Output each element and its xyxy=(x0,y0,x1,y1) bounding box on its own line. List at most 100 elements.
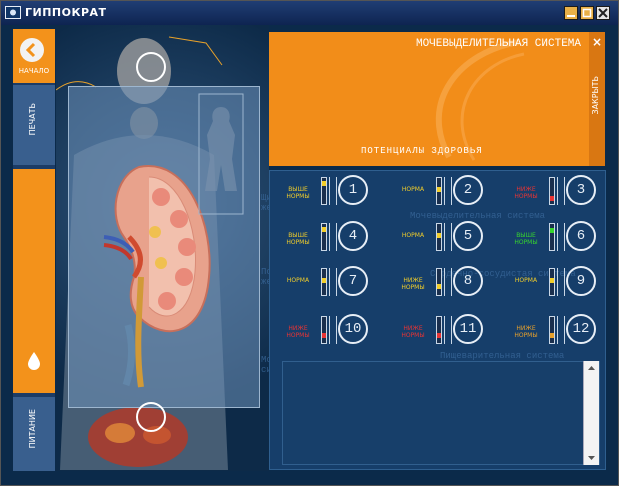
left-sidebar: НАЧАЛО ПЕЧАТЬ ПИТАНИЕ xyxy=(13,29,55,471)
indicator-number: 10 xyxy=(338,314,368,344)
indicator-status-label: НОРМА xyxy=(514,277,538,284)
scene-label-pancreas: Поджелудочная железа xyxy=(261,267,269,287)
system-info-panel: МОЧЕВЫДЕЛИТЕЛЬНАЯ СИСТЕМА ПОТЕНЦИАЛЫ ЗДО… xyxy=(269,32,605,166)
indicator-level-marker xyxy=(550,333,554,338)
drop-icon xyxy=(28,352,40,370)
indicator-bracket xyxy=(329,223,337,251)
window-title: ГИППОКРАТ xyxy=(25,6,107,19)
indicator-8[interactable]: НИЖЕ НОРМЫ 8 xyxy=(393,265,488,299)
indicator-number: 1 xyxy=(338,175,368,205)
indicator-status-label: НИЖЕ НОРМЫ xyxy=(514,325,538,339)
indicator-level-marker xyxy=(437,284,441,289)
indicator-level-bar xyxy=(436,316,442,344)
indicator-number: 3 xyxy=(566,175,596,205)
print-button-label: ПЕЧАТЬ xyxy=(28,103,37,136)
kidney-illustration xyxy=(103,93,244,388)
indicator-level-marker xyxy=(550,278,554,283)
indicator-level-marker xyxy=(322,227,326,232)
indicator-4[interactable]: ВЫШЕ НОРМЫ 4 xyxy=(278,220,373,254)
indicator-level-bar xyxy=(549,177,555,205)
indicator-number: 12 xyxy=(566,314,596,344)
indicator-bracket xyxy=(329,316,337,344)
bottom-focus-ring-icon[interactable] xyxy=(131,397,171,437)
indicator-number: 4 xyxy=(338,221,368,251)
indicator-bracket xyxy=(444,268,452,296)
top-focus-ring-icon[interactable] xyxy=(131,47,171,87)
panel-close-icon[interactable]: × xyxy=(592,35,602,49)
close-button[interactable] xyxy=(596,6,610,20)
indicator-bracket xyxy=(444,177,452,205)
indicator-3[interactable]: НИЖЕ НОРМЫ 3 xyxy=(506,174,601,208)
indicator-1[interactable]: ВЫШЕ НОРМЫ 1 xyxy=(278,174,373,208)
scene-label-urinary: Мочевыделительная система xyxy=(261,355,269,375)
textbox-scrollbar[interactable] xyxy=(583,361,599,465)
maximize-button[interactable] xyxy=(580,6,594,20)
indicator-level-bar xyxy=(321,316,327,344)
indicator-status-label: НИЖЕ НОРМЫ xyxy=(286,325,310,339)
indicator-status-label: ВЫШЕ НОРМЫ xyxy=(514,232,538,246)
indicator-level-bar xyxy=(549,268,555,296)
indicator-level-bar xyxy=(321,268,327,296)
indicator-status-label: НИЖЕ НОРМЫ xyxy=(401,277,425,291)
indicator-2[interactable]: НОРМА 2 xyxy=(393,174,488,208)
close-icon xyxy=(598,8,608,18)
indicator-number: 11 xyxy=(453,314,483,344)
back-arrow-icon xyxy=(20,38,44,62)
scroll-up-icon[interactable] xyxy=(588,366,595,370)
indicator-bracket xyxy=(444,223,452,251)
indicator-bracket xyxy=(329,268,337,296)
indicator-status-label: НОРМА xyxy=(401,186,425,193)
indicator-status-label: ВЫШЕ НОРМЫ xyxy=(286,186,310,200)
application-window: ГИППОКРАТ НАЧАЛО ПЕЧАТЬ ПИТАНИЕ Щ ж П ж … xyxy=(0,0,619,486)
minimize-icon xyxy=(567,15,575,17)
indicator-status-label: НИЖЕ НОРМЫ xyxy=(514,186,538,200)
indicator-bracket xyxy=(444,316,452,344)
indicator-level-marker xyxy=(322,181,326,186)
indicator-11[interactable]: НИЖЕ НОРМЫ 11 xyxy=(393,313,488,347)
indicator-status-label: НОРМА xyxy=(401,232,425,239)
indicator-bracket xyxy=(557,177,565,205)
indicator-bracket xyxy=(329,177,337,205)
indicator-level-marker xyxy=(437,187,441,192)
panel-bg-label-3: Пищеварительная система xyxy=(440,351,565,361)
nutrition-button-label: ПИТАНИЕ xyxy=(28,409,37,449)
indicator-number: 5 xyxy=(453,221,483,251)
indicator-number: 2 xyxy=(453,175,483,205)
indicator-number: 9 xyxy=(566,266,596,296)
app-icon xyxy=(5,6,21,19)
indicator-status-label: НОРМА xyxy=(286,277,310,284)
kidney-card xyxy=(68,52,260,432)
indicator-level-bar xyxy=(549,316,555,344)
indicator-number: 6 xyxy=(566,221,596,251)
indicator-10[interactable]: НИЖЕ НОРМЫ 10 xyxy=(278,313,373,347)
indicator-level-marker xyxy=(550,196,554,201)
back-button[interactable]: НАЧАЛО xyxy=(13,29,55,83)
indicator-6[interactable]: ВЫШЕ НОРМЫ 6 xyxy=(506,220,601,254)
indicator-9[interactable]: НОРМА 9 xyxy=(506,265,601,299)
close-panel-strip[interactable]: ЗАКРЫТЬ xyxy=(589,32,605,166)
indicator-status-label: ВЫШЕ НОРМЫ xyxy=(286,232,310,246)
indicator-level-marker xyxy=(550,228,554,233)
indicator-12[interactable]: НИЖЕ НОРМЫ 12 xyxy=(506,313,601,347)
indicator-7[interactable]: НОРМА 7 xyxy=(278,265,373,299)
indicator-level-bar xyxy=(436,223,442,251)
indicator-number: 7 xyxy=(338,266,368,296)
indicator-level-bar xyxy=(436,177,442,205)
indicator-number: 8 xyxy=(453,266,483,296)
description-textbox[interactable] xyxy=(282,361,600,465)
print-button[interactable]: ПЕЧАТЬ xyxy=(13,85,55,165)
system-title: МОЧЕВЫДЕЛИТЕЛЬНАЯ СИСТЕМА xyxy=(415,38,581,50)
indicator-level-bar xyxy=(549,223,555,251)
nutrition-button[interactable]: ПИТАНИЕ xyxy=(13,397,55,471)
minimize-button[interactable] xyxy=(564,6,578,20)
indicator-5[interactable]: НОРМА 5 xyxy=(393,220,488,254)
indicator-level-bar xyxy=(321,223,327,251)
indicator-bracket xyxy=(557,268,565,296)
sidebar-accent-panel xyxy=(13,169,55,393)
maximize-icon xyxy=(582,8,592,18)
indicator-status-label: НИЖЕ НОРМЫ xyxy=(401,325,425,339)
close-panel-label: ЗАКРЫТЬ xyxy=(591,76,600,115)
indicator-level-bar xyxy=(321,177,327,205)
indicator-level-bar xyxy=(436,268,442,296)
scroll-down-icon[interactable] xyxy=(588,456,595,460)
